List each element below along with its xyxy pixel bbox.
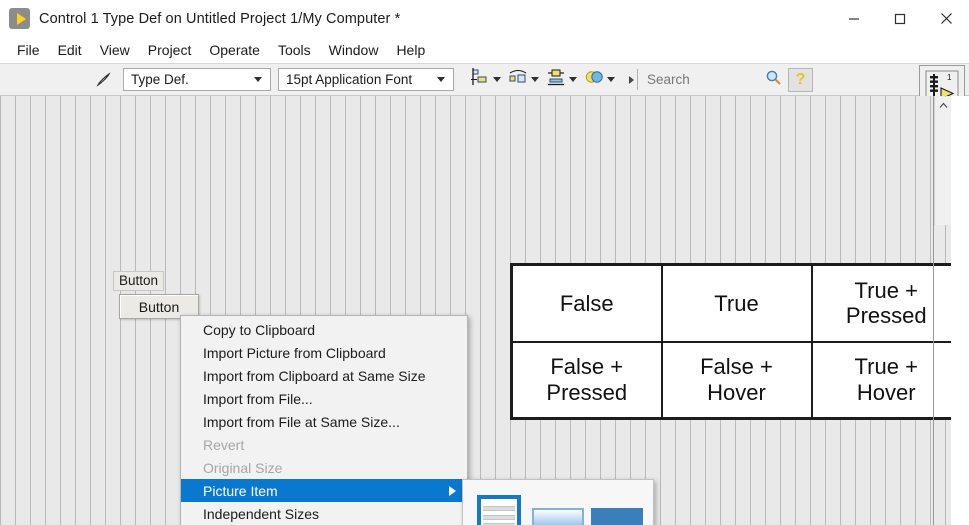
- vertical-scrollbar[interactable]: [934, 97, 951, 225]
- resize-objects-icon: [546, 67, 566, 92]
- state-cell-true-pressed: True + Pressed: [810, 263, 963, 343]
- scroll-up-icon[interactable]: [935, 97, 952, 114]
- menu-item-picture-item[interactable]: Picture Item: [181, 479, 467, 502]
- search-input[interactable]: Search: [637, 69, 782, 90]
- menu-item-copy-to-clipboard[interactable]: Copy to Clipboard: [181, 318, 467, 341]
- menu-file[interactable]: File: [8, 40, 49, 60]
- chevron-right-icon: [449, 485, 456, 496]
- button-state-table: False True True + Pressed False + Presse…: [510, 263, 963, 420]
- maximize-button[interactable]: [877, 0, 923, 37]
- edit-pen-icon[interactable]: [90, 69, 116, 91]
- chevron-down-icon: [569, 77, 577, 82]
- title-bar: Control 1 Type Def on Untitled Project 1…: [0, 0, 969, 37]
- menu-item-import-from-file[interactable]: Import from File...: [181, 387, 467, 410]
- state-cell-line2: Hover: [707, 379, 766, 405]
- menu-item-original-size: Original Size: [203, 459, 283, 476]
- distribute-objects-icon: [508, 67, 528, 92]
- state-cell-line2: Pressed: [845, 303, 927, 329]
- chevron-down-icon: [254, 77, 262, 82]
- menu-item-independent-sizes[interactable]: Independent Sizes: [181, 502, 467, 525]
- font-select-value: 15pt Application Font: [286, 72, 413, 87]
- front-panel-canvas[interactable]: Button Button False True True + Pressed …: [0, 96, 969, 525]
- menu-edit[interactable]: Edit: [49, 40, 91, 60]
- distribute-objects-button[interactable]: [508, 67, 539, 92]
- menu-bar: File Edit View Project Operate Tools Win…: [0, 37, 969, 63]
- search-container: Search: [629, 68, 782, 91]
- state-cell-line2: Pressed: [546, 379, 628, 405]
- menu-window[interactable]: Window: [320, 40, 388, 60]
- menu-tools[interactable]: Tools: [269, 40, 320, 60]
- chevron-down-icon: [437, 77, 445, 82]
- canvas-right-margin: [951, 96, 969, 525]
- typedef-select[interactable]: Type Def.: [123, 68, 271, 91]
- context-menu[interactable]: Copy to Clipboard Import Picture from Cl…: [180, 315, 468, 525]
- typedef-select-value: Type Def.: [131, 72, 189, 87]
- state-cell-false-pressed: False + Pressed: [510, 340, 663, 420]
- align-objects-button[interactable]: [470, 67, 501, 92]
- gallery-item-2[interactable]: [528, 488, 587, 525]
- reorder-objects-icon: [584, 67, 604, 92]
- align-objects-icon: [470, 67, 490, 92]
- window-controls: [831, 0, 969, 37]
- chevron-down-icon: [493, 77, 501, 82]
- menu-item-revert: Revert: [203, 436, 245, 453]
- chevron-down-icon: [607, 77, 615, 82]
- state-cell-line1: False +: [700, 354, 773, 380]
- state-cell-false: False: [510, 263, 663, 343]
- picture-item-gallery[interactable]: [462, 479, 654, 525]
- gallery-thumb-solid: [591, 507, 644, 525]
- close-button[interactable]: [923, 0, 969, 37]
- state-cell-false-hover: False + Hover: [660, 340, 813, 420]
- labview-control-editor-window: Control 1 Type Def on Untitled Project 1…: [0, 0, 969, 525]
- svg-text:1: 1: [947, 73, 952, 82]
- table-row: False + Pressed False + Hover True + Hov…: [510, 340, 963, 420]
- toolbar: Type Def. 15pt Application Font Search ?…: [0, 63, 969, 109]
- menu-item-import-picture-from-clipboard[interactable]: Import Picture from Clipboard: [181, 341, 467, 364]
- gallery-item-3[interactable]: [588, 488, 647, 525]
- menu-item-label: Picture Item: [203, 482, 278, 499]
- window-title: Control 1 Type Def on Untitled Project 1…: [39, 10, 401, 27]
- state-cell-line1: False: [559, 290, 614, 316]
- control-label[interactable]: Button: [113, 271, 165, 291]
- state-cell-line1: True +: [854, 277, 918, 303]
- table-row: False True True + Pressed: [510, 263, 963, 343]
- gallery-item-1[interactable]: [469, 488, 528, 525]
- search-placeholder: Search: [647, 72, 690, 87]
- menu-item-import-from-file-at-same-size[interactable]: Import from File at Same Size...: [181, 410, 467, 433]
- state-cell-true: True: [660, 263, 813, 343]
- gallery-thumb-selected: [476, 495, 521, 525]
- chevron-down-icon: [531, 77, 539, 82]
- resize-objects-button[interactable]: [546, 67, 577, 92]
- state-cell-line1: True: [714, 290, 759, 316]
- menu-help[interactable]: Help: [387, 40, 434, 60]
- reorder-objects-button[interactable]: [584, 67, 615, 92]
- state-cell-true-hover: True + Hover: [810, 340, 963, 420]
- font-select[interactable]: 15pt Application Font: [278, 68, 454, 91]
- magnifier-icon[interactable]: [765, 69, 782, 91]
- menu-item-import-from-clipboard-at-same-size[interactable]: Import from Clipboard at Same Size: [181, 364, 467, 387]
- gallery-thumb-gradient: [531, 507, 584, 525]
- labview-run-arrow-icon: [9, 8, 30, 29]
- menu-operate[interactable]: Operate: [200, 40, 269, 60]
- menu-project[interactable]: Project: [139, 40, 201, 60]
- state-cell-line2: Hover: [856, 379, 916, 405]
- search-expand-icon[interactable]: [629, 75, 634, 84]
- help-button[interactable]: ?: [788, 67, 813, 92]
- menu-view[interactable]: View: [91, 40, 139, 60]
- minimize-button[interactable]: [831, 0, 877, 37]
- state-cell-line1: False +: [550, 354, 624, 380]
- state-cell-line1: True +: [854, 354, 918, 380]
